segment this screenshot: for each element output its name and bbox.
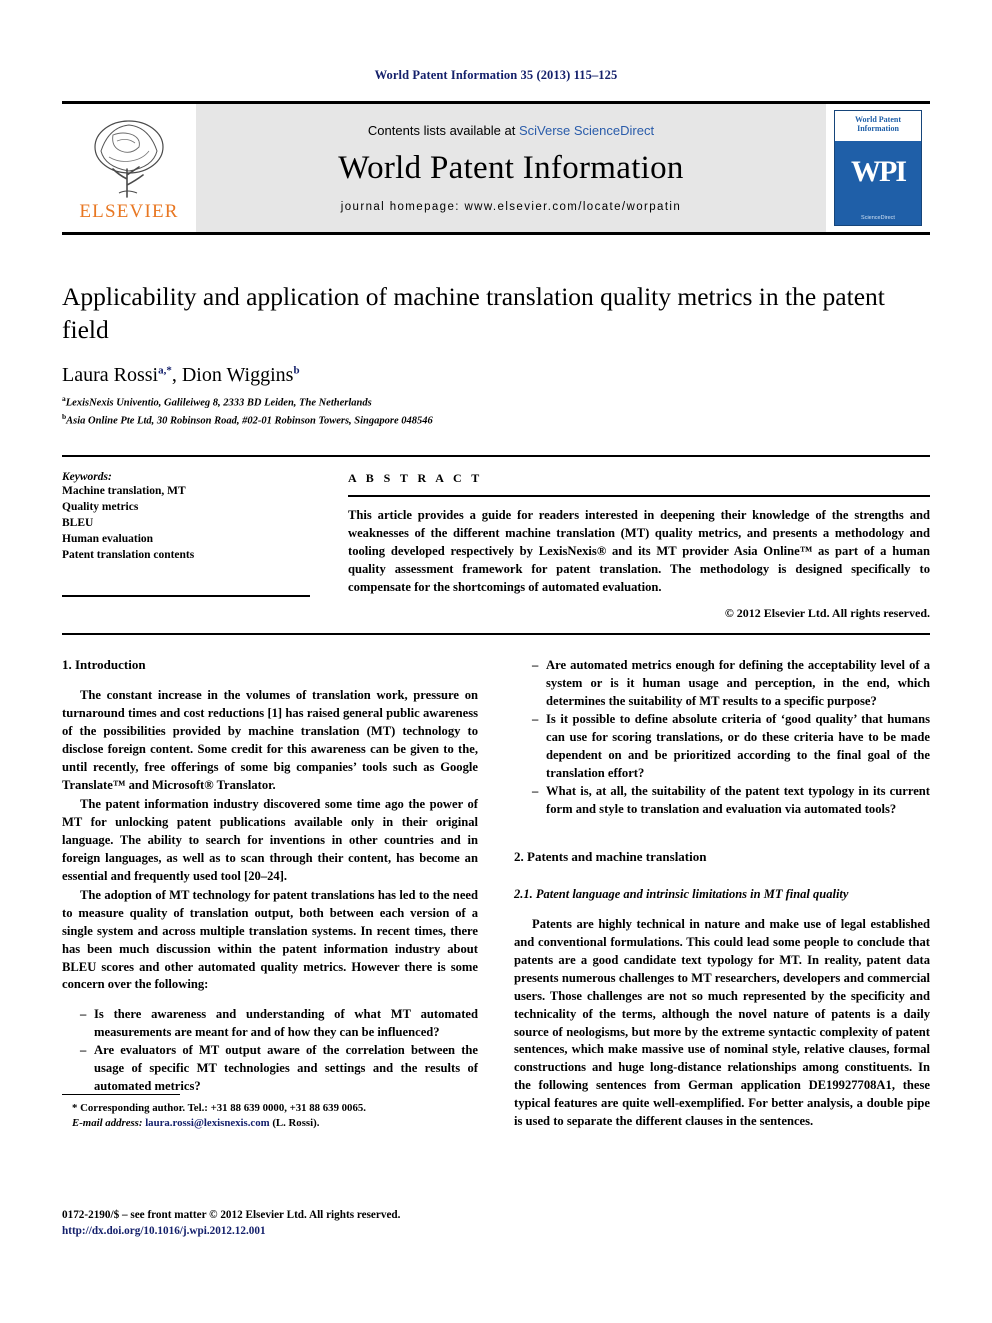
running-head: World Patent Information 35 (2013) 115–1… bbox=[374, 68, 618, 82]
author-list: Laura Rossia,*, Dion Wigginsb bbox=[62, 364, 300, 387]
affiliation-text: Asia Online Pte Ltd, 30 Robinson Road, #… bbox=[66, 415, 433, 427]
abstract-strip: Keywords: Machine translation, MT Qualit… bbox=[62, 455, 930, 621]
author-name: Dion Wiggins bbox=[181, 364, 294, 387]
abstract-heading: A B S T R A C T bbox=[348, 471, 930, 498]
contents-prefix: Contents lists available at bbox=[367, 123, 519, 139]
cover-footer: ScienceDirect bbox=[861, 215, 895, 221]
publisher-logo: ELSEVIER bbox=[62, 104, 196, 232]
list-item: Are evaluators of MT output aware of the… bbox=[80, 1042, 478, 1096]
list-item: Are automated metrics enough for definin… bbox=[532, 657, 930, 711]
email-label: E-mail address: bbox=[72, 1117, 143, 1130]
list-item: Is it possible to define absolute criter… bbox=[532, 711, 930, 783]
intro-question-list-left: Is there awareness and understanding of … bbox=[62, 1006, 478, 1096]
email-suffix: (L. Rossi). bbox=[272, 1117, 320, 1130]
email-line: E-mail address: laura.rossi@lexisnexis.c… bbox=[72, 1116, 478, 1132]
section-heading-patents: 2. Patents and machine translation bbox=[514, 848, 707, 864]
subsection-heading-patent-language: 2.1. Patent language and intrinsic limit… bbox=[514, 886, 849, 901]
keyword-item: Human evaluation bbox=[62, 532, 154, 545]
left-column: 1. Introduction The constant increase in… bbox=[62, 657, 478, 1132]
keyword-item: Quality metrics bbox=[62, 500, 139, 513]
cover-title-line2: Information bbox=[857, 124, 899, 134]
title-block: Applicability and application of machine… bbox=[62, 281, 930, 429]
page-footer: 0172-2190/$ – see front matter © 2012 El… bbox=[62, 1207, 492, 1239]
publisher-wordmark: ELSEVIER bbox=[79, 201, 179, 222]
author-marks: a,* bbox=[158, 364, 172, 377]
corresponding-author-line: * Corresponding author. Tel.: +31 88 639… bbox=[72, 1101, 366, 1114]
email-link[interactable]: laura.rossi@lexisnexis.com bbox=[145, 1117, 269, 1129]
abstract-bottom-rule bbox=[62, 633, 930, 636]
elsevier-tree-icon bbox=[94, 120, 164, 198]
section-heading-introduction: 1. Introduction bbox=[62, 657, 146, 673]
right-column: Are automated metrics enough for definin… bbox=[514, 657, 930, 1132]
masthead-center: Contents lists available at SciVerse Sci… bbox=[196, 104, 826, 232]
keyword-item: Patent translation contents bbox=[62, 548, 195, 561]
journal-cover-thumbnail: World Patent Information WPI ScienceDire… bbox=[834, 110, 922, 226]
keywords-block: Keywords: Machine translation, MT Qualit… bbox=[62, 471, 310, 598]
paragraph: Patents are highly technical in nature a… bbox=[514, 916, 930, 1129]
abstract-block: A B S T R A C T This article provides a … bbox=[348, 471, 930, 621]
page-title: Applicability and application of machine… bbox=[62, 282, 885, 344]
cover-title-line1: World Patent bbox=[855, 115, 901, 124]
corresponding-author-footnote: * Corresponding author. Tel.: +31 88 639… bbox=[62, 1093, 478, 1132]
paragraph: The patent information industry discover… bbox=[62, 797, 478, 883]
doi-link[interactable]: http://dx.doi.org/10.1016/j.wpi.2012.12.… bbox=[62, 1223, 492, 1239]
journal-masthead: ELSEVIER Contents lists available at Sci… bbox=[62, 101, 930, 235]
masthead-right: World Patent Information WPI ScienceDire… bbox=[826, 104, 930, 232]
list-item: Is there awareness and understanding of … bbox=[80, 1006, 478, 1042]
keywords-heading: Keywords: bbox=[62, 471, 112, 484]
article-page: World Patent Information 35 (2013) 115–1… bbox=[0, 0, 992, 1323]
journal-title: World Patent Information bbox=[338, 150, 684, 187]
author-marks: b bbox=[293, 364, 300, 377]
cover-monogram: WPI bbox=[851, 155, 907, 188]
author-name: Laura Rossi bbox=[62, 364, 159, 387]
sciencedirect-link[interactable]: SciVerse ScienceDirect bbox=[519, 123, 654, 138]
body-columns: 1. Introduction The constant increase in… bbox=[62, 657, 930, 1132]
keyword-item: Machine translation, MT bbox=[62, 485, 186, 498]
copyright-line: © 2012 Elsevier Ltd. All rights reserved… bbox=[724, 606, 930, 621]
journal-homepage-link[interactable]: journal homepage: www.elsevier.com/locat… bbox=[341, 201, 681, 213]
issn-copyright-line: 0172-2190/$ – see front matter © 2012 El… bbox=[62, 1209, 401, 1221]
keyword-item: BLEU bbox=[62, 516, 94, 529]
contents-available-line: Contents lists available at SciVerse Sci… bbox=[368, 123, 654, 138]
abstract-text: This article provides a guide for reader… bbox=[348, 508, 930, 594]
paragraph: The adoption of MT technology for patent… bbox=[62, 887, 478, 992]
list-item: What is, at all, the suitability of the … bbox=[532, 783, 930, 819]
paragraph: The constant increase in the volumes of … bbox=[62, 688, 478, 793]
intro-question-list-right: Are automated metrics enough for definin… bbox=[514, 657, 930, 818]
cover-title: World Patent Information bbox=[835, 111, 921, 141]
affiliation-item: aLexisNexis Univentio, Galileiweg 8, 233… bbox=[62, 394, 930, 411]
affiliation-item: bAsia Online Pte Ltd, 30 Robinson Road, … bbox=[62, 412, 930, 429]
footnote-rule bbox=[62, 1093, 180, 1095]
affiliation-list: aLexisNexis Univentio, Galileiweg 8, 233… bbox=[62, 394, 930, 429]
affiliation-text: LexisNexis Univentio, Galileiweg 8, 2333… bbox=[65, 397, 372, 409]
